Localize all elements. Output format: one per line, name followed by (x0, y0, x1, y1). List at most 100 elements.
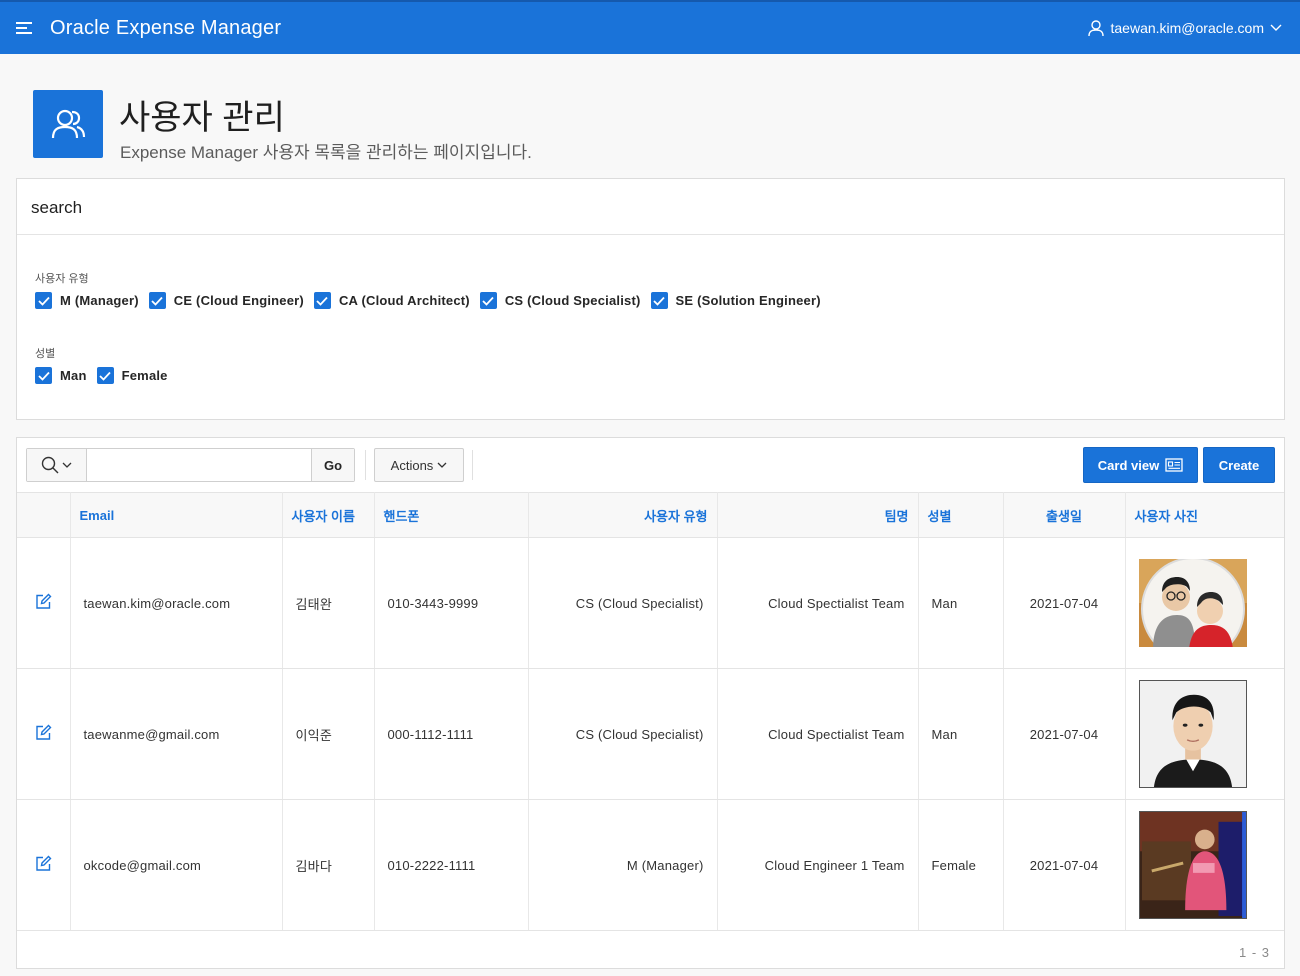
cell-photo (1125, 668, 1284, 800)
pagination-info: 1 - 3 (1238, 945, 1270, 960)
facet-gender: Man Female (35, 367, 178, 384)
edit-icon (36, 593, 52, 609)
cell-user-type: CS (Cloud Specialist) (528, 668, 718, 800)
checkbox-checked-icon (479, 292, 497, 309)
user-email: taewan.kim@oracle.com (1110, 20, 1265, 36)
cell-email: taewan.kim@oracle.com (70, 537, 283, 669)
card-view-button[interactable]: Card view (1083, 447, 1198, 483)
cell-gender: Man (918, 537, 1004, 669)
page-description: Expense Manager 사용자 목록을 관리하는 페이지입니다. (120, 143, 532, 162)
facet-user-type: M (Manager) CE (Cloud Engineer) CA (Clou… (35, 292, 831, 309)
column-header-birth-date[interactable]: 출생일 (1003, 492, 1126, 538)
top-navigation-bar: Oracle Expense Manager taewan.kim@oracle… (0, 0, 1300, 54)
column-header-photo[interactable]: 사용자 사진 (1125, 492, 1284, 538)
checkbox-gender-female[interactable]: Female (96, 367, 168, 384)
card-view-label: Card view (1097, 457, 1160, 473)
table-row: okcode@gmail.com 김바다 010-2222-1111 M (Ma… (17, 799, 1284, 931)
search-icon (41, 456, 59, 474)
app-title[interactable]: Oracle Expense Manager (50, 17, 281, 40)
column-header-phone[interactable]: 핸드폰 (374, 492, 529, 538)
cell-user-name: 이익준 (282, 668, 375, 800)
edit-cell (17, 668, 71, 800)
toolbar-divider (365, 450, 366, 480)
go-button[interactable]: Go (311, 449, 354, 481)
edit-cell (17, 799, 71, 931)
report-search-input[interactable] (87, 449, 311, 481)
checkbox-label: CE (Cloud Engineer) (173, 293, 304, 308)
edit-cell (17, 537, 71, 669)
user-photo (1138, 559, 1247, 647)
id-card-icon (1165, 458, 1183, 472)
checkbox-gender-man[interactable]: Man (35, 367, 87, 384)
users-icon (33, 90, 103, 158)
checkbox-user-type-se[interactable]: SE (Solution Engineer) (650, 292, 821, 309)
hero-region: 사용자 관리 Expense Manager 사용자 목록을 관리하는 페이지입… (0, 54, 1300, 178)
checkbox-label: SE (Solution Engineer) (675, 293, 821, 308)
cell-email: okcode@gmail.com (70, 799, 283, 931)
hamburger-menu-button[interactable] (0, 2, 50, 54)
chevron-down-icon (437, 462, 447, 468)
users-table: Email 사용자 이름 핸드폰 사용자 유형 팀명 성별 출생일 사용자 사진 (17, 492, 1284, 931)
cell-phone: 010-3443-9999 (374, 537, 529, 669)
checkbox-user-type-cs[interactable]: CS (Cloud Specialist) (479, 292, 641, 309)
checkbox-label: M (Manager) (60, 293, 139, 308)
checkbox-label: Female (121, 368, 168, 383)
table-header-row: Email 사용자 이름 핸드폰 사용자 유형 팀명 성별 출생일 사용자 사진 (17, 492, 1284, 538)
edit-row-button[interactable] (35, 855, 52, 872)
chevron-down-icon (62, 462, 72, 468)
cell-phone: 010-2222-1111 (374, 799, 529, 931)
cell-birth-date: 2021-07-04 (1003, 668, 1126, 800)
users-report-region: Go Actions Card view Create Email 사용자 이름… (16, 437, 1285, 969)
user-photo (1138, 811, 1247, 919)
checkbox-label: CA (Cloud Architect) (338, 293, 470, 308)
checkbox-label: CS (Cloud Specialist) (504, 293, 641, 308)
cell-photo (1125, 537, 1284, 669)
search-column-selector[interactable] (27, 449, 87, 481)
facet-label-gender: 성별 (35, 348, 56, 360)
actions-menu-button[interactable]: Actions (374, 448, 464, 482)
cell-birth-date: 2021-07-04 (1003, 799, 1126, 931)
column-header-user-name[interactable]: 사용자 이름 (282, 492, 375, 538)
checkbox-user-type-ca[interactable]: CA (Cloud Architect) (313, 292, 470, 309)
column-header-team[interactable]: 팀명 (717, 492, 919, 538)
create-button[interactable]: Create (1203, 447, 1275, 483)
report-toolbar: Go Actions Card view Create (17, 438, 1284, 492)
cell-birth-date: 2021-07-04 (1003, 537, 1126, 669)
user-photo (1138, 680, 1247, 788)
cell-user-type: CS (Cloud Specialist) (528, 537, 718, 669)
cell-gender: Man (918, 668, 1004, 800)
cell-user-name: 김태완 (282, 537, 375, 669)
cell-team: Cloud Spectialist Team (717, 668, 919, 800)
table-row: taewan.kim@oracle.com 김태완 010-3443-9999 … (17, 537, 1284, 669)
checkbox-checked-icon (650, 292, 668, 309)
column-header-edit (17, 492, 71, 538)
page-title: 사용자 관리 (119, 99, 285, 137)
column-header-gender[interactable]: 성별 (918, 492, 1004, 538)
facet-label-user-type: 사용자 유형 (35, 273, 89, 285)
user-menu[interactable]: taewan.kim@oracle.com (1087, 2, 1283, 54)
edit-icon (36, 855, 52, 871)
user-icon (1087, 20, 1104, 37)
cell-gender: Female (918, 799, 1004, 931)
search-region: search 사용자 유형 M (Manager) CE (Cloud Engi… (16, 178, 1285, 420)
checkbox-checked-icon (35, 292, 52, 309)
edit-row-button[interactable] (35, 724, 52, 741)
page-body: 사용자 관리 Expense Manager 사용자 목록을 관리하는 페이지입… (0, 54, 1300, 976)
cell-photo (1125, 799, 1284, 931)
column-header-user-type[interactable]: 사용자 유형 (528, 492, 718, 538)
checkbox-user-type-m[interactable]: M (Manager) (35, 292, 139, 309)
checkbox-checked-icon (313, 292, 331, 309)
checkbox-user-type-ce[interactable]: CE (Cloud Engineer) (148, 292, 304, 309)
column-header-email[interactable]: Email (70, 492, 283, 538)
cell-phone: 000-1112-1111 (374, 668, 529, 800)
toolbar-divider (472, 450, 473, 480)
cell-user-type: M (Manager) (528, 799, 718, 931)
edit-row-button[interactable] (35, 593, 52, 610)
table-row: taewanme@gmail.com 이익준 000-1112-1111 CS … (17, 668, 1284, 800)
cell-team: Cloud Engineer 1 Team (717, 799, 919, 931)
cell-email: taewanme@gmail.com (70, 668, 283, 800)
cell-team: Cloud Spectialist Team (717, 537, 919, 669)
checkbox-checked-icon (96, 367, 114, 384)
checkbox-checked-icon (35, 367, 52, 384)
edit-icon (36, 724, 52, 740)
